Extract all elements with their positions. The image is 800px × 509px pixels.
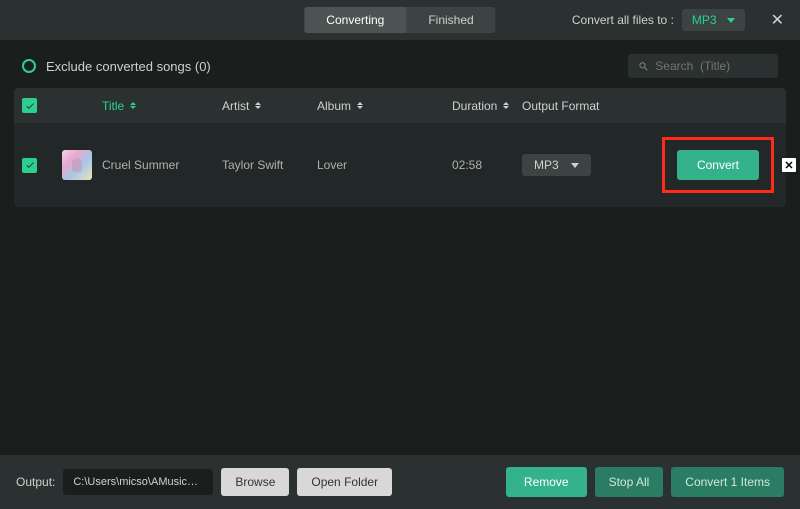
check-icon: [25, 101, 35, 111]
close-icon[interactable]: ✕: [767, 10, 788, 30]
search-icon: [638, 60, 649, 73]
column-title-label: Title: [102, 99, 124, 113]
browse-button[interactable]: Browse: [221, 468, 289, 496]
convert-items-button[interactable]: Convert 1 Items: [671, 467, 784, 497]
row-title: Cruel Summer: [102, 158, 222, 172]
row-checkbox[interactable]: [22, 158, 37, 173]
sort-icon: [255, 102, 261, 109]
column-duration-label: Duration: [452, 99, 497, 113]
tab-finished[interactable]: Finished: [406, 7, 495, 33]
global-format-value: MP3: [692, 13, 717, 27]
sort-icon: [357, 102, 363, 109]
row-artist: Taylor Swift: [222, 158, 317, 172]
open-folder-button[interactable]: Open Folder: [297, 468, 392, 496]
chevron-down-icon: [727, 18, 735, 23]
convert-all-group: Convert all files to : MP3 ✕: [572, 9, 788, 31]
row-remove-button[interactable]: ✕: [782, 158, 796, 172]
sort-icon: [503, 102, 509, 109]
chevron-down-icon: [571, 163, 579, 168]
row-album: Lover: [317, 158, 452, 172]
row-format-value: MP3: [534, 158, 559, 172]
convert-button-highlight: Convert: [662, 137, 774, 193]
album-art-thumbnail: [62, 150, 92, 180]
select-all-checkbox[interactable]: [22, 98, 37, 113]
sub-bar: Exclude converted songs (0): [0, 40, 800, 88]
column-output-format-label: Output Format: [522, 99, 599, 113]
search-input[interactable]: [655, 59, 768, 73]
output-label: Output:: [16, 475, 55, 489]
column-album-label: Album: [317, 99, 351, 113]
row-format-select[interactable]: MP3: [522, 154, 591, 176]
tab-switch: Converting Finished: [304, 7, 495, 33]
column-title[interactable]: Title: [102, 99, 222, 113]
search-box[interactable]: [628, 54, 778, 78]
bottom-bar: Output: C:\Users\micso\AMusicSoft\... Br…: [0, 455, 800, 509]
bottom-right-actions: Remove Stop All Convert 1 Items: [506, 467, 784, 497]
check-icon: [25, 160, 35, 170]
remove-button[interactable]: Remove: [506, 467, 587, 497]
column-artist-label: Artist: [222, 99, 249, 113]
column-output-format: Output Format: [522, 99, 652, 113]
top-bar: Converting Finished Convert all files to…: [0, 0, 800, 40]
list-area: Title Artist Album Duration Output Forma…: [0, 88, 800, 207]
sort-icon: [130, 102, 136, 109]
table-row: Cruel Summer Taylor Swift Lover 02:58 MP…: [14, 123, 786, 207]
global-format-select[interactable]: MP3: [682, 9, 745, 31]
exclude-label: Exclude converted songs (0): [46, 59, 211, 74]
convert-button[interactable]: Convert: [677, 150, 759, 180]
output-path[interactable]: C:\Users\micso\AMusicSoft\...: [63, 469, 213, 495]
table-header: Title Artist Album Duration Output Forma…: [14, 88, 786, 123]
stop-all-button[interactable]: Stop All: [595, 467, 664, 497]
exclude-toggle-icon[interactable]: [22, 59, 36, 73]
column-artist[interactable]: Artist: [222, 99, 317, 113]
column-duration[interactable]: Duration: [452, 99, 522, 113]
convert-all-label: Convert all files to :: [572, 13, 674, 27]
column-album[interactable]: Album: [317, 99, 452, 113]
row-duration: 02:58: [452, 158, 522, 172]
tab-converting[interactable]: Converting: [304, 7, 406, 33]
